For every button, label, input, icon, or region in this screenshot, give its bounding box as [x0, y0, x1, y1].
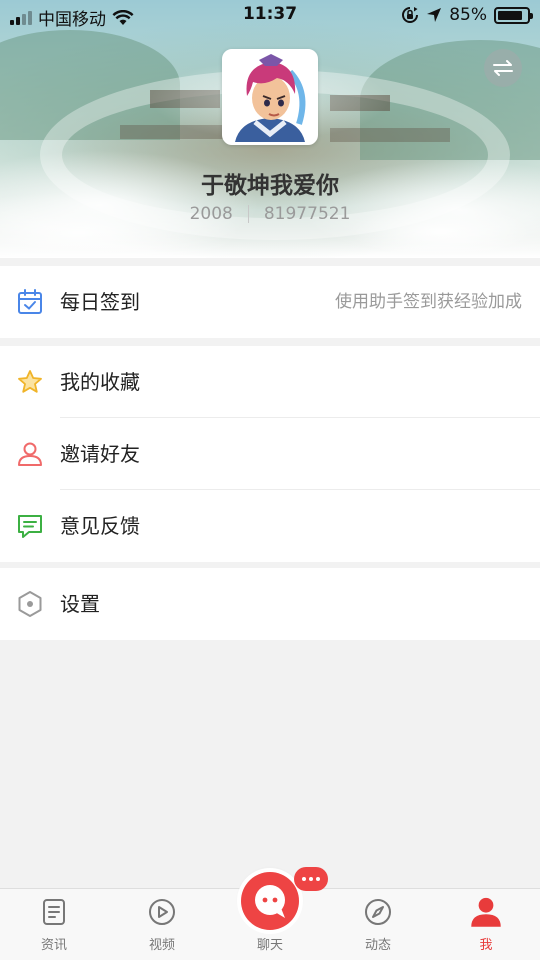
user-meta: 2008 81977521 — [0, 204, 540, 224]
news-icon — [43, 899, 65, 925]
badge-dot — [302, 877, 306, 881]
calendar-check-icon — [18, 289, 42, 314]
avatar[interactable] — [222, 49, 318, 145]
tab-label-me: 我 — [479, 938, 493, 953]
user-number-b: 81977521 — [263, 204, 351, 224]
location-arrow-icon — [427, 8, 442, 22]
chat-bubble-icon — [255, 885, 285, 918]
message-icon — [18, 515, 42, 538]
checkin-section: 每日签到 使用助手签到获经验加成 — [0, 266, 540, 338]
menu-label-settings: 设置 — [60, 592, 100, 616]
menu-label-checkin: 每日签到 — [60, 290, 140, 314]
menu-label-favorites: 我的收藏 — [60, 370, 140, 394]
battery-percent: 85% — [449, 5, 487, 25]
swap-arrows-icon — [493, 60, 513, 76]
tab-news[interactable]: 资讯 — [0, 889, 108, 960]
menu-label-feedback: 意见反馈 — [60, 514, 140, 538]
menu-item-favorites[interactable]: 我的收藏 — [0, 346, 540, 418]
badge-dot — [316, 877, 320, 881]
status-bar: 中国移动 11:37 85% — [0, 0, 540, 32]
menu-item-feedback[interactable]: 意见反馈 — [0, 490, 540, 562]
star-icon — [18, 370, 42, 393]
avatar-character-illustration — [225, 52, 315, 142]
tab-moments[interactable]: 动态 — [324, 889, 432, 960]
menu-item-invite[interactable]: 邀请好友 — [0, 418, 540, 490]
tab-label-news: 资讯 — [40, 938, 67, 953]
play-icon — [149, 899, 175, 925]
person-icon — [471, 897, 501, 927]
chat-button[interactable] — [241, 872, 299, 930]
hexagon-settings-icon — [18, 591, 42, 617]
badge-dot — [309, 877, 313, 881]
user-nickname: 于敬坤我爱你 — [201, 173, 339, 199]
settings-section: 设置 — [0, 568, 540, 640]
actions-section: 我的收藏 邀请好友 意见反馈 — [0, 346, 540, 562]
menu-item-checkin[interactable]: 每日签到 使用助手签到获经验加成 — [0, 266, 540, 338]
switch-account-button[interactable] — [484, 49, 522, 87]
chat-more-badge — [294, 867, 328, 891]
meta-divider — [247, 205, 249, 223]
tab-me[interactable]: 我 — [432, 889, 540, 960]
tab-label-moments: 动态 — [364, 938, 391, 953]
menu-item-settings[interactable]: 设置 — [0, 568, 540, 640]
user-icon — [18, 442, 42, 466]
battery-level — [498, 10, 522, 20]
checkin-hint: 使用助手签到获经验加成 — [335, 292, 522, 312]
battery-icon — [494, 6, 533, 24]
tab-video[interactable]: 视频 — [108, 889, 216, 960]
tab-label-chat: 聊天 — [256, 938, 283, 953]
tab-label-video: 视频 — [148, 938, 175, 953]
menu-label-invite: 邀请好友 — [60, 442, 140, 466]
compass-icon — [365, 899, 391, 925]
user-number-a: 2008 — [189, 204, 233, 224]
rotation-lock-icon — [402, 7, 419, 23]
